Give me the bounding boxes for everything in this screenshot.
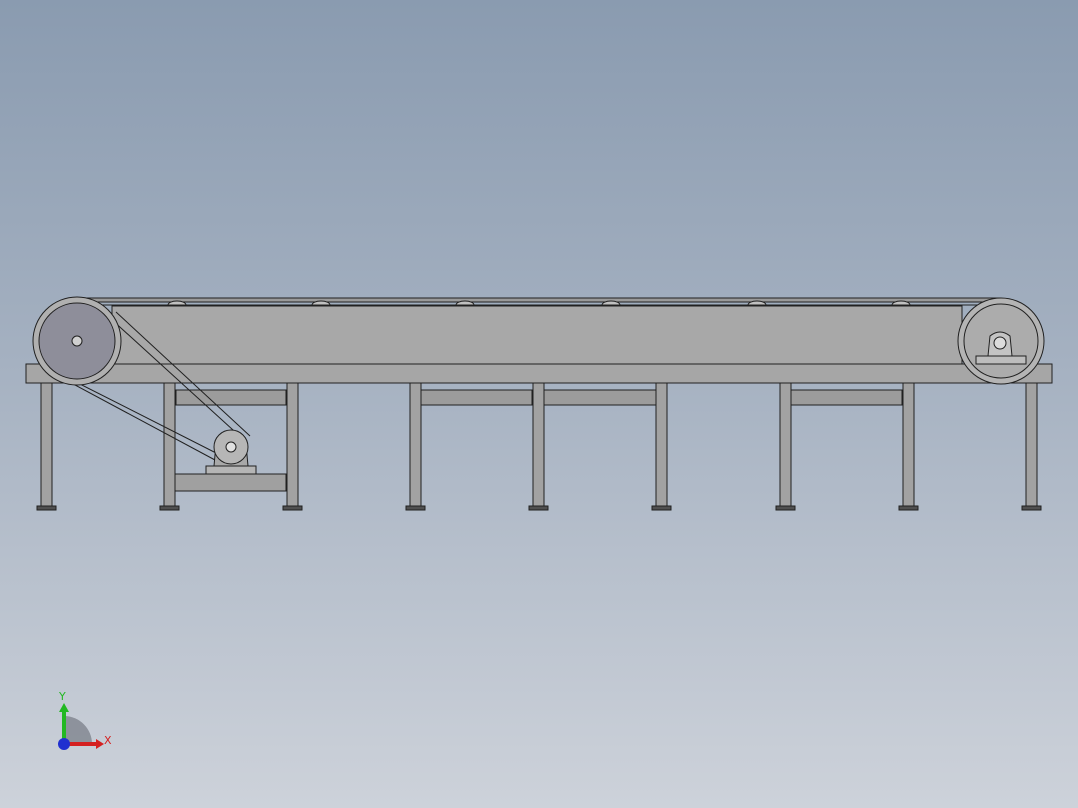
frame-bed-plate[interactable] xyxy=(25,363,1053,384)
conveyor-assembly[interactable] xyxy=(25,296,1053,511)
graphics-viewport[interactable]: X Y xyxy=(0,0,1078,808)
triad-y-label: Y xyxy=(58,690,66,703)
motor-base-frame[interactable] xyxy=(173,473,287,492)
frame-leg xyxy=(1021,382,1042,511)
coordinate-triad: X Y xyxy=(58,690,112,750)
triad-x-arrow xyxy=(96,739,104,749)
top-belt[interactable] xyxy=(77,297,1001,303)
triad-x-label: X xyxy=(104,734,112,747)
conveyor-side-frame[interactable] xyxy=(111,305,963,365)
triad-y-arrow xyxy=(59,703,69,712)
conveyor-model-view[interactable]: X Y xyxy=(0,0,1078,808)
tail-pulley[interactable] xyxy=(957,297,1045,385)
frame-leg xyxy=(36,382,57,511)
triad-z-origin xyxy=(58,738,70,750)
drive-pulley[interactable] xyxy=(32,296,122,386)
